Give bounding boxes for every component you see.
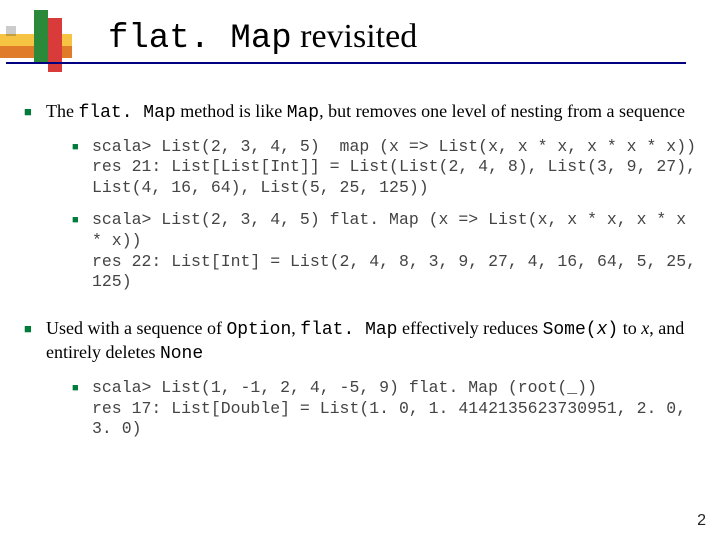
bullet-1: ■ The flat. Map method is like Map, but … <box>24 100 700 303</box>
bullet-icon: ■ <box>24 317 46 337</box>
bullet-icon: ■ <box>72 378 92 396</box>
bullet-icon: ■ <box>72 210 92 228</box>
code-text: scala> List(2, 3, 4, 5) flat. Map (x => … <box>92 210 700 293</box>
corner-decoration <box>0 0 120 90</box>
code-text: scala> List(2, 3, 4, 5) map (x => List(x… <box>92 137 700 199</box>
slide-body: ■ The flat. Map method is like Map, but … <box>24 100 700 464</box>
page-number: 2 <box>697 512 706 530</box>
bullet-icon: ■ <box>24 100 46 120</box>
title-underline <box>6 62 686 64</box>
bullet-icon: ■ <box>72 137 92 155</box>
code-text: scala> List(1, -1, 2, 4, -5, 9) flat. Ma… <box>92 378 700 440</box>
slide-title: flat. Map revisited <box>108 18 417 58</box>
bullet-1-text: The flat. Map method is like Map, but re… <box>46 100 700 303</box>
bullet-2-text: Used with a sequence of Option, flat. Ma… <box>46 317 700 450</box>
code-example-3: ■ scala> List(1, -1, 2, 4, -5, 9) flat. … <box>72 378 700 440</box>
title-rest: revisited <box>292 18 418 55</box>
slide: flat. Map revisited ■ The flat. Map meth… <box>0 0 720 540</box>
bullet-2: ■ Used with a sequence of Option, flat. … <box>24 317 700 450</box>
code-example-2: ■ scala> List(2, 3, 4, 5) flat. Map (x =… <box>72 210 700 293</box>
code-example-1: ■ scala> List(2, 3, 4, 5) map (x => List… <box>72 137 700 199</box>
title-code: flat. Map <box>108 20 292 58</box>
